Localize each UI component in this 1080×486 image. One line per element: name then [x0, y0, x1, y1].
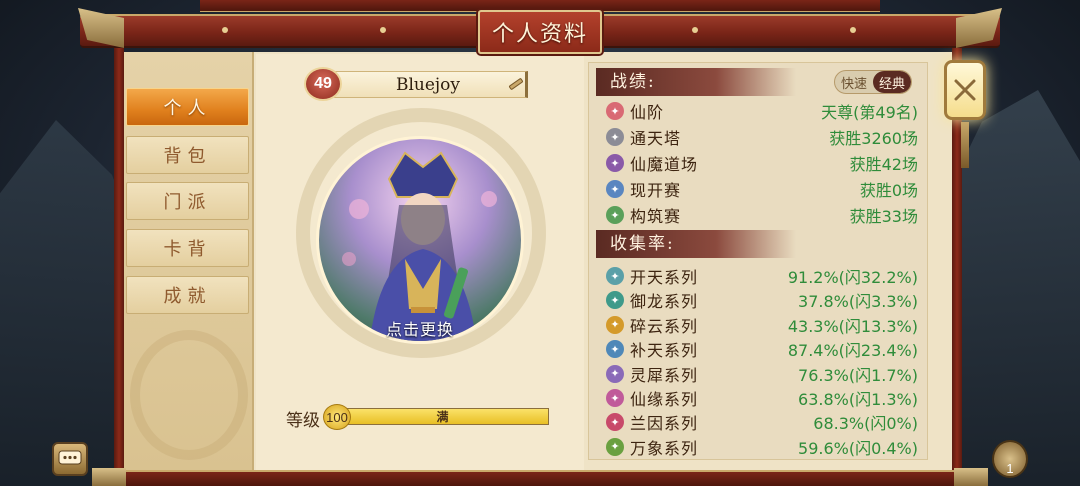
record-row: ✦ 构筑赛 获胜33场 [606, 203, 918, 227]
tab-column-ornament [130, 330, 248, 460]
collection-label: 兰因系列 [630, 414, 699, 434]
tab-card-back[interactable]: 卡背 [126, 229, 249, 267]
record-value: 获胜33场 [849, 207, 918, 226]
collection-label: 灵犀系列 [630, 365, 699, 385]
collection-value: 37.8%(闪3.3%) [798, 292, 918, 312]
tab-backpack[interactable]: 背包 [126, 136, 249, 174]
record-label: 现开赛 [630, 181, 682, 200]
yulong-icon: ✦ [606, 291, 624, 310]
collection-row: ✦ 兰因系列 68.3%(闪0%) [606, 410, 918, 434]
lantern-tassel [961, 122, 969, 168]
record-row: ✦ 仙魔道场 获胜42场 [606, 151, 918, 175]
friends-count: 1 [1006, 461, 1014, 476]
player-name-text: Bluejoy [395, 74, 461, 95]
grade-progress-bar: 满 [336, 408, 549, 425]
record-label: 仙阶 [630, 103, 665, 122]
player-level-badge: 49 [304, 67, 342, 101]
beam-stud [380, 27, 386, 33]
collection-value: 76.3%(闪1.7%) [798, 365, 918, 385]
window-title-text: 个人资料 [491, 22, 588, 47]
collection-label: 开天系列 [630, 268, 699, 287]
record-value: 天尊(第49名) [821, 103, 918, 122]
collection-row: ✦ 碎云系列 43.3%(闪13.3%) [606, 313, 918, 337]
collection-label: 碎云系列 [630, 316, 699, 336]
beam-stud [222, 27, 228, 33]
collection-value: 87.4%(闪23.4%) [787, 341, 918, 361]
butian-icon: ✦ [606, 340, 624, 359]
record-row: ✦ 现开赛 获胜0场 [606, 177, 918, 201]
mode-option-classic[interactable]: 经典 [873, 71, 911, 93]
avatar-portrait [342, 151, 497, 341]
collection-label: 仙缘系列 [630, 390, 699, 409]
collection-value: 91.2%(闪32.2%) [787, 268, 918, 287]
close-icon [954, 79, 976, 101]
edit-name-icon[interactable] [506, 74, 526, 94]
build-match-icon: ✦ [606, 206, 624, 224]
grade-progress-fill: 满 [337, 409, 548, 424]
record-mode-toggle[interactable]: 快速 经典 [834, 70, 912, 94]
kaitian-icon: ✦ [606, 267, 624, 285]
collection-value: 63.8%(闪1.3%) [798, 390, 918, 409]
change-avatar-label[interactable]: 点击更换 [316, 316, 524, 344]
collection-row: ✦ 万象系列 59.6%(闪0.4%) [606, 435, 918, 459]
tab-achievements[interactable]: 成就 [126, 276, 249, 314]
record-row: ✦ 仙阶 天尊(第49名) [606, 99, 918, 123]
player-name: Bluejoy [330, 71, 528, 98]
collection-row: ✦ 御龙系列 37.8%(闪3.3%) [606, 288, 918, 312]
player-avatar[interactable] [316, 136, 524, 344]
frame-post-left [114, 48, 124, 472]
frame-bottom-cap-right [954, 468, 988, 486]
collection-row: ✦ 补天系列 87.4%(闪23.4%) [606, 337, 918, 361]
grade-value-coin: 100 [323, 404, 351, 430]
tab-personal[interactable]: 个人 [126, 88, 249, 126]
collection-label: 补天系列 [630, 341, 699, 361]
collection-label: 万象系列 [630, 438, 699, 458]
tower-icon: ✦ [606, 128, 624, 146]
close-button[interactable] [944, 60, 986, 120]
record-label: 仙魔道场 [630, 155, 699, 174]
record-label: 通天塔 [630, 129, 682, 148]
frame-bottom-beam [100, 470, 980, 486]
chat-button[interactable] [52, 442, 88, 476]
chat-icon [58, 450, 82, 465]
tab-sect[interactable]: 门派 [126, 182, 249, 220]
xianyuan-icon: ✦ [606, 389, 624, 407]
record-row: ✦ 通天塔 获胜3260场 [606, 125, 918, 149]
record-label: 构筑赛 [630, 207, 682, 226]
star-icon: ✦ [606, 102, 624, 120]
collection-label: 御龙系列 [630, 292, 699, 312]
grade-label: 等级 [286, 411, 320, 431]
lanyin-icon: ✦ [606, 413, 624, 432]
frame-bottom-cap-left [92, 468, 126, 486]
collection-value: 43.3%(闪13.3%) [787, 316, 918, 336]
record-value: 获胜42场 [849, 155, 918, 174]
open-match-icon: ✦ [606, 180, 624, 198]
window-title: 个人资料 [478, 10, 602, 54]
wanxiang-icon: ✦ [606, 437, 624, 456]
lingxi-icon: ✦ [606, 364, 624, 383]
record-value: 获胜3260场 [829, 129, 918, 148]
grade-status: 满 [436, 410, 449, 424]
collection-value: 59.6%(闪0.4%) [798, 438, 918, 458]
collection-row: ✦ 仙缘系列 63.8%(闪1.3%) [606, 386, 918, 410]
collection-value: 68.3%(闪0%) [813, 414, 918, 434]
beam-stud [850, 27, 856, 33]
record-value: 获胜0场 [859, 181, 918, 200]
beam-stud [692, 27, 698, 33]
record-section-title: 战绩: [596, 68, 796, 96]
suiyun-icon: ✦ [606, 315, 624, 334]
mode-option-quick[interactable]: 快速 [835, 71, 873, 93]
demon-path-icon: ✦ [606, 154, 624, 172]
collection-section-title: 收集率: [596, 230, 796, 258]
collection-row: ✦ 灵犀系列 76.3%(闪1.7%) [606, 362, 918, 386]
collection-row: ✦ 开天系列 91.2%(闪32.2%) [606, 264, 918, 288]
